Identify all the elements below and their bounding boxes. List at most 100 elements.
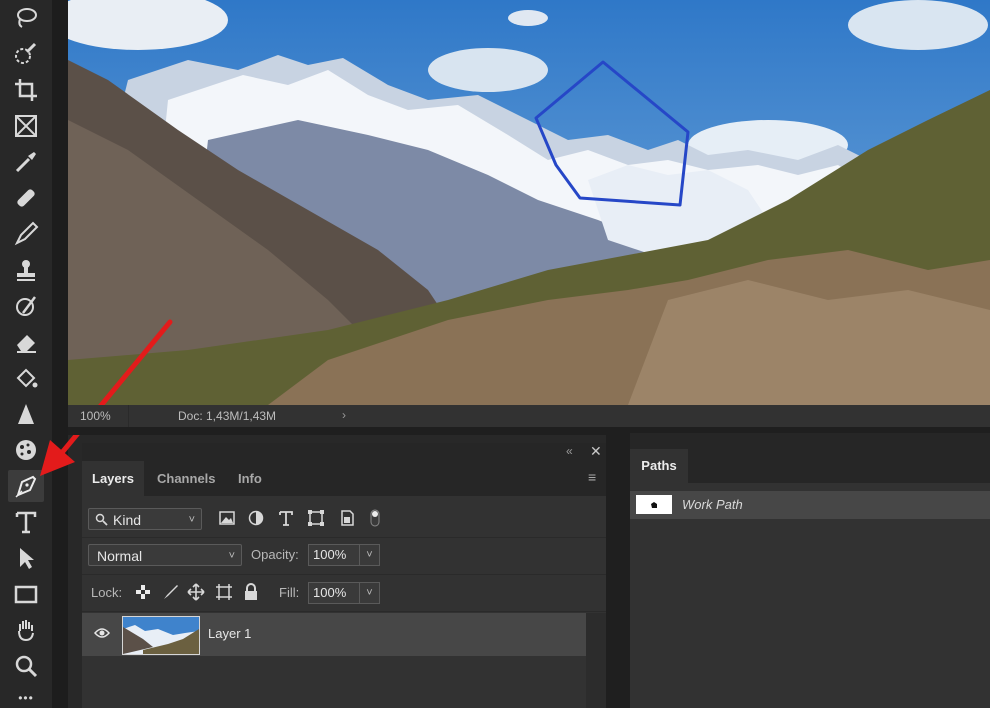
filter-kind-label: Kind — [113, 512, 142, 528]
mountain-photo — [68, 0, 990, 405]
type-tool[interactable] — [8, 506, 44, 538]
opacity-field[interactable]: 100% — [308, 544, 360, 566]
hand-icon — [18, 620, 34, 642]
paint-bucket-icon — [16, 368, 38, 388]
filter-row: Kind ˅ — [82, 501, 606, 538]
lasso-tool[interactable] — [8, 2, 44, 34]
lock-transparent-button[interactable] — [133, 582, 153, 602]
thumbnail-image — [123, 617, 199, 654]
layers-scrollbar[interactable] — [586, 613, 606, 708]
layer-row[interactable]: Layer 1 — [82, 613, 586, 656]
stamp-icon — [17, 260, 35, 281]
artboard-icon — [216, 584, 232, 600]
tab-info[interactable]: Info — [228, 461, 272, 496]
tools-panel: ••• — [0, 0, 52, 708]
layers-panel: « ✕ Layers Channels Info ≡ Kind ˅ Normal… — [82, 443, 606, 708]
pen-tool[interactable] — [8, 470, 44, 502]
zoom-tool[interactable] — [8, 650, 44, 682]
lock-all-button[interactable] — [241, 582, 261, 602]
eye-icon[interactable] — [94, 627, 110, 639]
fill-field[interactable]: 100% — [308, 582, 360, 604]
opacity-chevron[interactable]: ˅ — [360, 544, 380, 566]
eyedropper-icon — [15, 152, 36, 173]
chevron-down-icon: ˅ — [188, 514, 195, 526]
paths-panel: Paths Work Path — [630, 433, 990, 708]
lock-pixels-button[interactable] — [161, 582, 181, 602]
paint-bucket-tool[interactable] — [8, 362, 44, 394]
zoom-level[interactable]: 100% — [80, 409, 111, 423]
filter-type-button[interactable] — [276, 508, 296, 528]
history-brush-icon — [16, 296, 36, 316]
quick-selection-icon — [15, 42, 37, 64]
crop-tool[interactable] — [8, 74, 44, 106]
clone-stamp-tool[interactable] — [8, 254, 44, 286]
panel-menu-icon[interactable]: ≡ — [588, 469, 596, 485]
fill-chevron[interactable]: ˅ — [360, 582, 380, 604]
checkerboard-icon — [136, 585, 150, 599]
sponge-tool[interactable] — [8, 434, 44, 466]
quick-selection-tool[interactable] — [8, 38, 44, 70]
lasso-icon — [17, 8, 37, 28]
filter-shape-button[interactable] — [306, 508, 326, 528]
hand-tool[interactable] — [8, 614, 44, 646]
sponge-icon — [16, 440, 36, 460]
blend-row: Normal ˅ Opacity: 100% ˅ — [82, 538, 606, 575]
brush-tool[interactable] — [8, 218, 44, 250]
path-name[interactable]: Work Path — [682, 497, 743, 512]
tab-layers[interactable]: Layers — [82, 461, 144, 496]
crop-icon — [15, 79, 37, 101]
status-separator — [128, 405, 129, 427]
image-icon — [219, 511, 235, 525]
smart-object-icon — [341, 510, 354, 526]
history-brush-tool[interactable] — [8, 290, 44, 322]
doc-size: Doc: 1,43M/1,43M — [178, 409, 277, 423]
collapse-icon[interactable]: « — [566, 444, 573, 458]
panel-tabs: Paths — [630, 433, 990, 483]
brush-icon — [14, 221, 39, 246]
filter-toggle[interactable] — [365, 508, 385, 528]
panel-header: « ✕ — [82, 443, 606, 461]
status-menu-arrow[interactable]: › — [342, 408, 346, 422]
filter-smart-object-button[interactable] — [337, 508, 357, 528]
layer-name[interactable]: Layer 1 — [208, 626, 251, 641]
search-icon — [95, 513, 108, 526]
status-bar: 100% Doc: 1,43M/1,43M › — [68, 405, 990, 427]
filter-kind-dropdown[interactable]: Kind ˅ — [88, 508, 202, 530]
bandage-icon — [17, 189, 35, 207]
toggle-icon — [370, 509, 380, 527]
panel-tabs: Layers Channels Info ≡ — [82, 461, 606, 496]
eraser-tool[interactable] — [8, 326, 44, 358]
more-tools[interactable]: ••• — [8, 688, 44, 708]
path-selection-tool[interactable] — [8, 542, 44, 574]
arrow-icon — [20, 548, 34, 569]
tab-channels[interactable]: Channels — [147, 461, 226, 496]
rectangle-icon — [14, 585, 38, 604]
shape-icon — [308, 510, 324, 526]
ellipsis-icon: ••• — [18, 691, 34, 705]
blend-mode-label: Normal — [97, 548, 143, 564]
rectangle-tool[interactable] — [8, 578, 44, 610]
filter-pixel-button[interactable] — [217, 508, 237, 528]
healing-brush-tool[interactable] — [8, 182, 44, 214]
fill-label: Fill: — [279, 585, 300, 600]
close-icon[interactable]: ✕ — [590, 443, 602, 460]
lock-row: Lock: Fill: 100% ˅ — [82, 575, 606, 612]
triangle-icon — [18, 404, 34, 424]
lock-artboard-button[interactable] — [214, 582, 234, 602]
brush-icon — [164, 585, 178, 599]
blend-mode-dropdown[interactable]: Normal ˅ — [88, 544, 242, 566]
path-thumbnail — [636, 495, 672, 514]
path-row[interactable]: Work Path — [630, 491, 990, 519]
frame-tool[interactable] — [8, 110, 44, 142]
document-canvas[interactable] — [68, 0, 990, 405]
tab-paths[interactable]: Paths — [630, 449, 688, 483]
eyedropper-tool[interactable] — [8, 146, 44, 178]
chevron-down-icon: ˅ — [228, 550, 235, 562]
lock-icon — [245, 583, 257, 600]
panel-divider — [606, 433, 630, 708]
sharpen-tool[interactable] — [8, 398, 44, 430]
half-circle-icon — [248, 510, 264, 526]
lock-position-button[interactable] — [186, 582, 206, 602]
path-shape-icon — [651, 501, 657, 508]
filter-adjustment-button[interactable] — [246, 508, 266, 528]
